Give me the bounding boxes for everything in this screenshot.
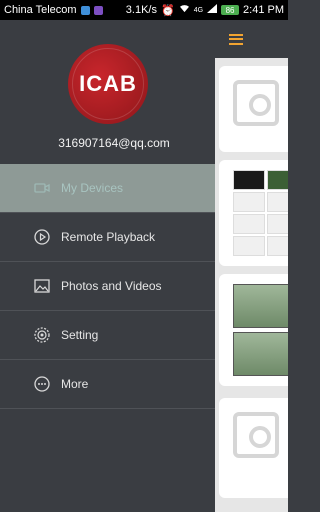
menu-item-remote-playback[interactable]: Remote Playback bbox=[0, 213, 215, 262]
menu-item-more[interactable]: More bbox=[0, 360, 215, 409]
menu-item-photos-and-videos[interactable]: Photos and Videos bbox=[0, 262, 215, 311]
clock: 2:41 PM bbox=[243, 4, 284, 16]
status-bar: China Telecom 3.1K/s ⏰ 4G 86 2:41 PM bbox=[0, 0, 288, 20]
device-card[interactable] bbox=[219, 160, 288, 266]
camera-placeholder-icon bbox=[233, 412, 279, 458]
hamburger-menu-icon[interactable] bbox=[229, 33, 243, 45]
image-icon bbox=[34, 278, 50, 294]
account-email: 316907164@qq.com bbox=[58, 136, 170, 150]
network-type: 4G bbox=[193, 6, 204, 14]
network-speed: 3.1K/s bbox=[125, 4, 157, 16]
device-card[interactable] bbox=[219, 66, 288, 152]
more-dots-icon bbox=[34, 376, 50, 392]
logo-text: ICAB bbox=[79, 71, 137, 96]
notification-icon bbox=[80, 5, 90, 15]
video-camera-icon bbox=[34, 180, 50, 196]
signal-icon bbox=[207, 4, 218, 16]
play-circle-icon bbox=[34, 229, 50, 245]
menu-item-label: More bbox=[61, 377, 89, 391]
carrier-label: China Telecom bbox=[4, 4, 77, 16]
menu-item-setting[interactable]: Setting bbox=[0, 311, 215, 360]
device-card[interactable] bbox=[219, 398, 288, 498]
device-list-panel bbox=[215, 20, 288, 512]
menu-item-label: Remote Playback bbox=[61, 230, 156, 244]
menu-item-label: Setting bbox=[61, 328, 99, 342]
battery-icon: 86 bbox=[221, 5, 240, 15]
navigation-drawer: ICAB 316907164@qq.com My Devices Remote … bbox=[0, 20, 215, 512]
alarm-icon: ⏰ bbox=[160, 4, 175, 17]
wifi-icon bbox=[179, 4, 190, 16]
camera-placeholder-icon bbox=[233, 80, 279, 126]
menu-item-label: Photos and Videos bbox=[61, 279, 162, 293]
camera-snapshot-thumbnail bbox=[219, 274, 288, 376]
notification-icon bbox=[93, 5, 103, 15]
gear-icon bbox=[34, 327, 50, 343]
device-card[interactable] bbox=[219, 274, 288, 386]
menu-item-label: My Devices bbox=[61, 181, 124, 195]
menu-item-my-devices[interactable]: My Devices bbox=[0, 164, 215, 213]
brand-logo: ICAB bbox=[68, 44, 148, 124]
drawer-menu: My Devices Remote Playback Photos and Vi… bbox=[0, 164, 215, 409]
app-header bbox=[215, 20, 288, 58]
camera-grid-thumbnail bbox=[219, 160, 288, 256]
